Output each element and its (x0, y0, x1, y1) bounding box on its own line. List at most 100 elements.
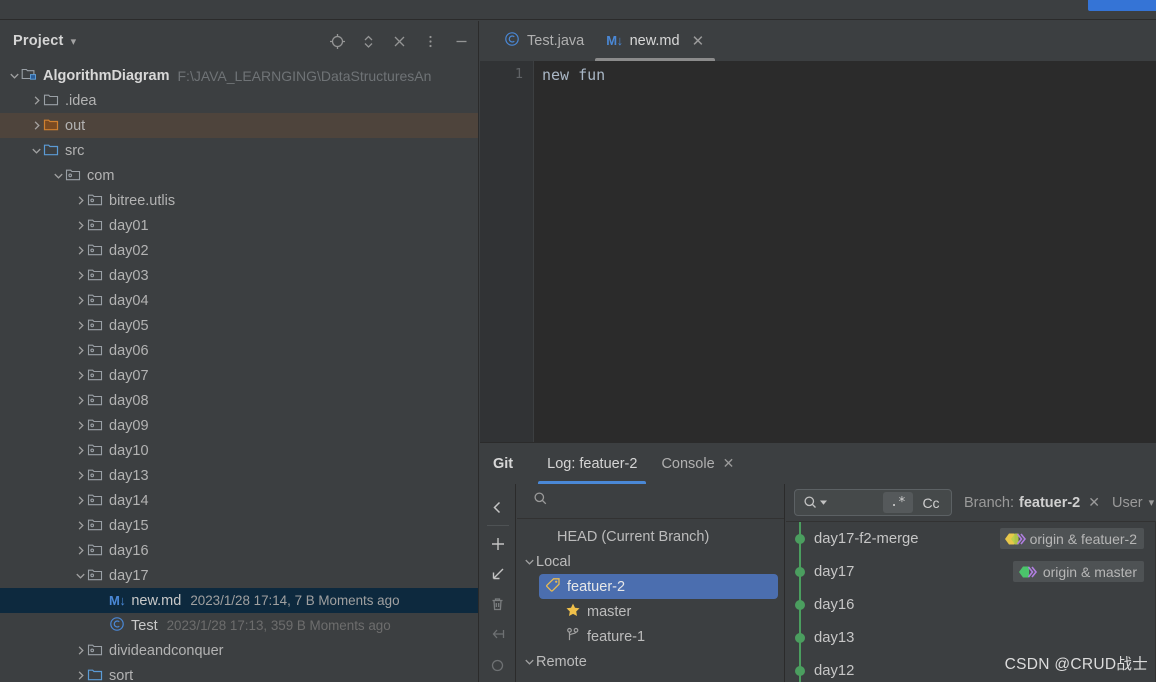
minimize-icon[interactable] (453, 33, 470, 50)
tree-row-label: day16 (109, 542, 149, 559)
tree-row-day15[interactable]: day15 (0, 513, 478, 538)
git-window-title: Git (493, 455, 514, 472)
tree-row-new-md[interactable]: M↓ new.md 2023/1/28 17:14, 7 B Moments ago (0, 588, 478, 613)
plus-icon[interactable] (485, 529, 511, 559)
merge-arrow-icon[interactable] (485, 619, 511, 649)
tree-row-label: day08 (109, 392, 149, 409)
tree-row-day06[interactable]: day06 (0, 338, 478, 363)
ide-window: Project ▾ AlgorithmDiagram F:\JAVA_LEARN… (0, 0, 1156, 682)
tree-row-com[interactable]: com (0, 163, 478, 188)
package-icon (87, 491, 103, 511)
tree-row-src[interactable]: src (0, 138, 478, 163)
java-class-icon (504, 31, 520, 51)
branch-row-remote[interactable]: Remote (517, 649, 784, 674)
search-icon (533, 491, 548, 511)
git-tab-console[interactable]: Console ✕ (649, 443, 746, 484)
git-tab-log-featuer-2[interactable]: Log: featuer-2 (535, 443, 649, 484)
project-tree[interactable]: AlgorithmDiagram F:\JAVA_LEARNGING\DataSt… (0, 61, 478, 682)
branch-search-field[interactable] (517, 484, 784, 519)
collapse-left-icon[interactable] (485, 492, 511, 522)
refresh-icon[interactable] (485, 649, 511, 679)
editor-tab-new-md[interactable]: M↓ new.md ✕ (595, 21, 716, 61)
tree-row-day17[interactable]: day17 (0, 563, 478, 588)
locate-icon[interactable] (329, 33, 346, 50)
commit-graph-node (786, 654, 814, 682)
tree-row-label: divideandconquer (109, 642, 224, 659)
user-filter[interactable]: User ▾ (1112, 495, 1154, 511)
tree-row-day09[interactable]: day09 (0, 413, 478, 438)
commit-row[interactable]: day16 (786, 588, 1156, 621)
branch-row-label: Remote (536, 653, 587, 670)
regex-toggle[interactable]: .* (883, 492, 913, 513)
tree-row-day16[interactable]: day16 (0, 538, 478, 563)
close-icon[interactable]: ✕ (1088, 494, 1100, 511)
project-panel-header: Project ▾ (0, 21, 478, 61)
tree-row-sort[interactable]: sort (0, 663, 478, 682)
more-options-icon[interactable] (422, 33, 439, 50)
tree-row-divideandconquer[interactable]: divideandconquer (0, 638, 478, 663)
folder-blue-icon (87, 666, 103, 682)
chevron-down-icon[interactable]: ▾ (1149, 496, 1155, 509)
expand-collapse-icon[interactable] (360, 33, 377, 50)
tree-row-day03[interactable]: day03 (0, 263, 478, 288)
tree-row-label: new.md (131, 592, 182, 609)
tree-row-day05[interactable]: day05 (0, 313, 478, 338)
branch-row-local[interactable]: Local (517, 549, 784, 574)
commit-ref-text: origin & featuer-2 (1029, 530, 1137, 547)
tree-row-bitree-utlis[interactable]: bitree.utlis (0, 188, 478, 213)
tree-row-test[interactable]: Test 2023/1/28 17:13, 359 B Moments ago (0, 613, 478, 638)
case-sensitive-toggle[interactable]: Cc (916, 492, 946, 513)
git-branch-pane: HEAD (Current Branch) Local featuer-2 maste… (517, 484, 785, 682)
tree-row-day08[interactable]: day08 (0, 388, 478, 413)
chevron-down-icon[interactable]: ▾ (71, 36, 77, 48)
search-dropdown-icon[interactable] (803, 495, 827, 510)
package-icon (87, 416, 103, 436)
commit-search-input[interactable]: .* Cc (794, 489, 952, 516)
tree-row-day14[interactable]: day14 (0, 488, 478, 513)
labels-yellow-icon (1004, 532, 1026, 546)
commit-ref-label[interactable]: origin & featuer-2 (999, 528, 1144, 549)
folder-orange-icon (43, 116, 59, 136)
tree-row-algorithmdiagram[interactable]: AlgorithmDiagram F:\JAVA_LEARNGING\DataSt… (0, 63, 478, 88)
commit-row[interactable]: day13 (786, 621, 1156, 654)
commit-subject: day13 (814, 629, 855, 646)
branch-row-head-current-branch-[interactable]: HEAD (Current Branch) (517, 524, 784, 549)
editor-text[interactable]: new fun (542, 66, 605, 84)
branch-row-master[interactable]: master (517, 599, 784, 624)
commit-ref-label[interactable]: origin & master (1012, 561, 1144, 582)
close-icon[interactable]: ✕ (692, 34, 705, 49)
tree-row-day07[interactable]: day07 (0, 363, 478, 388)
collapse-all-icon[interactable] (391, 33, 408, 50)
tree-row-label: src (65, 142, 85, 159)
branch-row-featuer-2[interactable]: featuer-2 (539, 574, 778, 599)
commit-row[interactable]: day17-f2-merge origin & featuer-2 (786, 522, 1156, 555)
commit-row[interactable]: day17 origin & master (786, 555, 1156, 588)
labels-green-icon (1017, 565, 1039, 579)
tree-row-day04[interactable]: day04 (0, 288, 478, 313)
tree-row-out[interactable]: out (0, 113, 478, 138)
branch-row-feature-1[interactable]: feature-1 (517, 624, 784, 649)
tree-row-meta: 2023/1/28 17:13, 359 B Moments ago (166, 618, 391, 633)
commit-subject: day17-f2-merge (814, 530, 919, 547)
editor-tab-label: Test.java (527, 33, 585, 49)
tree-row-day01[interactable]: day01 (0, 213, 478, 238)
trash-icon[interactable] (485, 589, 511, 619)
tree-row-label: day07 (109, 367, 149, 384)
tree-row-label: day05 (109, 317, 149, 334)
checkout-arrow-icon[interactable] (485, 559, 511, 589)
tree-row-day10[interactable]: day10 (0, 438, 478, 463)
package-icon (87, 541, 103, 561)
tree-row-meta: F:\JAVA_LEARNGING\DataStructuresAn (177, 67, 432, 84)
editor-tab-label: new.md (629, 33, 680, 49)
tree-row--idea[interactable]: .idea (0, 88, 478, 113)
tree-row-day02[interactable]: day02 (0, 238, 478, 263)
package-icon (87, 316, 103, 336)
branch-list[interactable]: HEAD (Current Branch) Local featuer-2 maste… (517, 519, 784, 674)
editor-tab-test-java[interactable]: Test.java (493, 21, 595, 61)
editor-body[interactable]: 1 new fun (480, 61, 1156, 442)
tree-row-label: day04 (109, 292, 149, 309)
close-icon[interactable]: ✕ (723, 455, 735, 472)
branch-filter[interactable]: Branch: featuer-2 ✕ (964, 494, 1100, 511)
tree-row-day13[interactable]: day13 (0, 463, 478, 488)
tree-row-label: day10 (109, 442, 149, 459)
